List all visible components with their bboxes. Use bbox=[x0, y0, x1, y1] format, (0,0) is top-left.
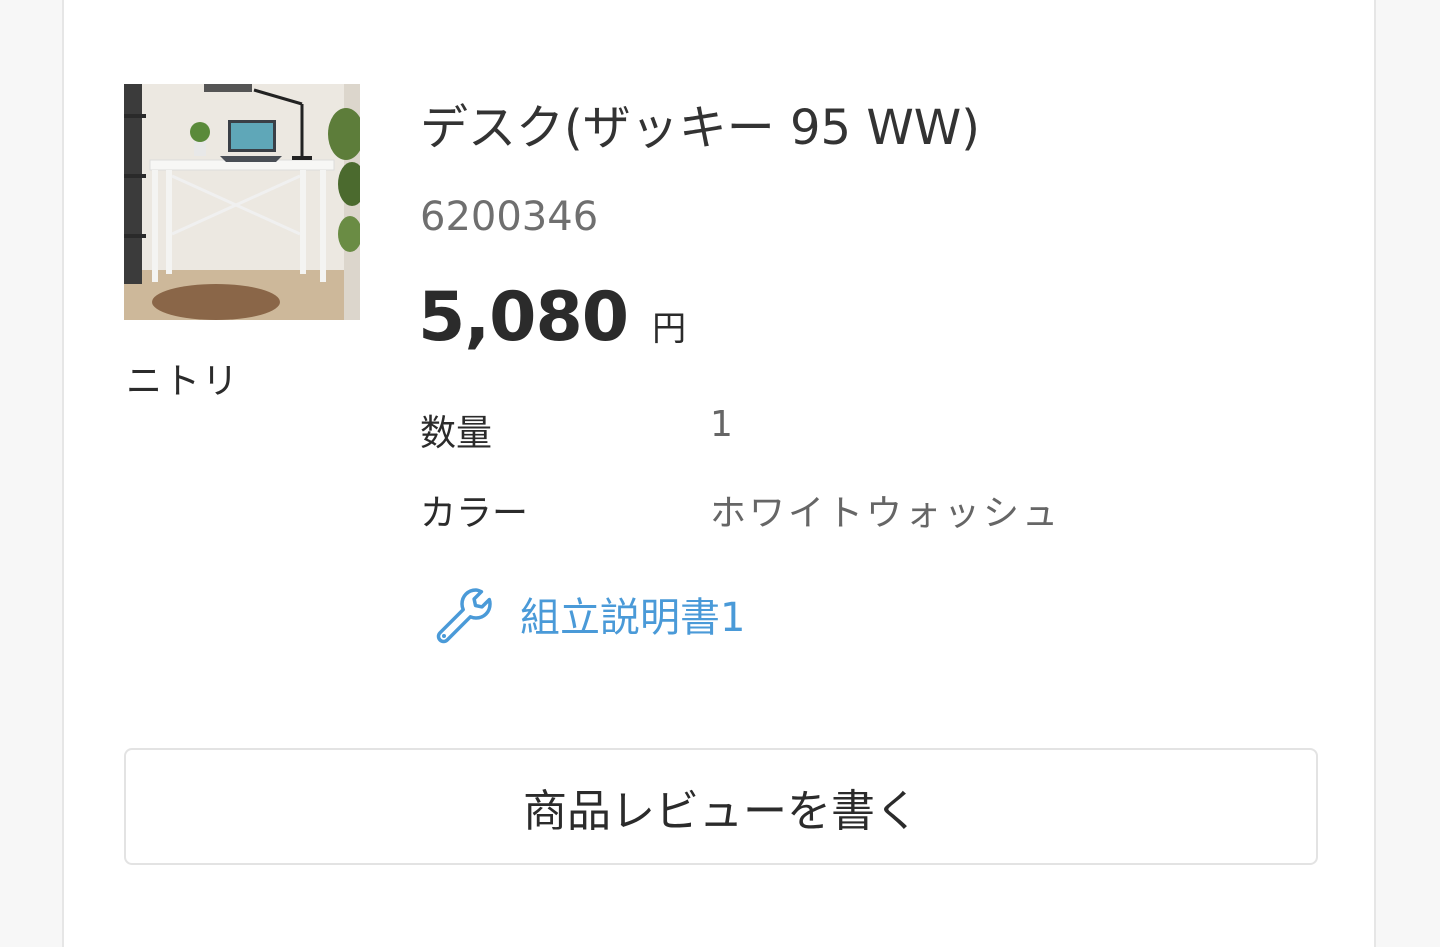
spec-label: カラー bbox=[420, 493, 529, 534]
wrench-icon bbox=[436, 588, 492, 644]
spec-row-color: カラー ホワイトウォッシュ bbox=[420, 484, 1061, 536]
desk-photo-icon bbox=[124, 84, 360, 320]
product-card: ニトリ デスク(ザッキー 95 WW) 6200346 5,080 円 数量 1… bbox=[62, 0, 1376, 947]
product-title[interactable]: デスク(ザッキー 95 WW) bbox=[420, 88, 980, 158]
product-image[interactable] bbox=[124, 84, 360, 320]
assembly-manual-link[interactable]: 組立説明書1 bbox=[432, 584, 745, 644]
product-code: 6200346 bbox=[420, 194, 599, 240]
price: 5,080 円 bbox=[418, 278, 686, 357]
price-currency: 円 bbox=[652, 309, 687, 349]
price-value: 5,080 bbox=[418, 278, 629, 357]
assembly-manual-label: 組立説明書1 bbox=[520, 595, 746, 641]
spec-value: ホワイトウォッシュ bbox=[710, 493, 1062, 534]
spec-label: 数量 bbox=[420, 413, 493, 454]
spec-value: 1 bbox=[710, 404, 736, 445]
write-review-button[interactable]: 商品レビューを書く bbox=[124, 748, 1318, 865]
spec-row-quantity: 数量 1 bbox=[420, 404, 736, 456]
brand-name: ニトリ bbox=[126, 361, 241, 402]
